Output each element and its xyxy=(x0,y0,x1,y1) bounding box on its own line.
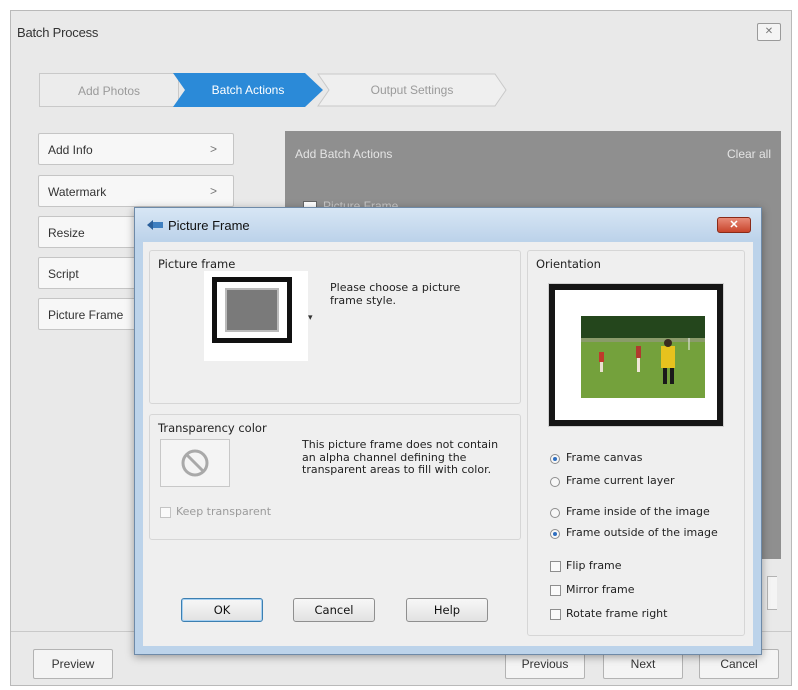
close-icon[interactable]: ✕ xyxy=(757,23,781,41)
flip-frame-label: Flip frame xyxy=(566,559,622,572)
frame-current-layer-label: Frame current layer xyxy=(566,474,675,487)
dialog-title: Picture Frame xyxy=(168,218,250,233)
app-icon xyxy=(147,220,163,230)
frame-outside-label: Frame outside of the image xyxy=(566,526,718,539)
no-symbol-icon xyxy=(181,449,209,477)
action-label: Picture Frame xyxy=(48,308,124,322)
rotate-frame-right-checkbox[interactable] xyxy=(550,609,561,620)
group-title: Picture frame xyxy=(158,257,236,271)
ok-button[interactable]: OK xyxy=(181,598,263,622)
transparency-color-group: Transparency color This picture frame do… xyxy=(149,414,521,540)
group-title: Transparency color xyxy=(158,421,267,435)
group-title: Orientation xyxy=(536,257,601,271)
batch-process-titlebar: Batch Process ✕ xyxy=(11,11,791,53)
soccer-photo-image xyxy=(581,316,705,398)
step-output-settings[interactable]: Output Settings xyxy=(317,73,507,107)
panel-side-button[interactable] xyxy=(767,576,777,610)
keep-transparent-checkbox[interactable] xyxy=(160,507,171,518)
frame-inside-label: Frame inside of the image xyxy=(566,505,710,518)
frame-thumbnail-fill xyxy=(225,288,279,332)
action-label: Script xyxy=(48,267,79,281)
picture-frame-dialog: Picture Frame ✕ Picture frame ▾ Please c… xyxy=(134,207,762,655)
dialog-titlebar: Picture Frame ✕ xyxy=(135,208,761,240)
picture-frame-group: Picture frame ▾ Please choose a picture … xyxy=(149,250,521,404)
keep-transparent-label: Keep transparent xyxy=(176,505,272,518)
clear-all-link[interactable]: Clear all xyxy=(727,147,771,161)
frame-current-layer-radio[interactable] xyxy=(550,477,560,487)
window-title: Batch Process xyxy=(17,25,99,40)
dialog-body: Picture frame ▾ Please choose a picture … xyxy=(143,242,753,646)
action-label: Add Info xyxy=(48,143,93,157)
mirror-frame-checkbox[interactable] xyxy=(550,585,561,596)
chevron-right-icon: > xyxy=(209,184,217,198)
frame-thumbnail xyxy=(212,277,292,343)
frame-inside-radio[interactable] xyxy=(550,508,560,518)
cancel-button[interactable]: Cancel xyxy=(293,598,375,622)
step-add-photos[interactable]: Add Photos xyxy=(39,73,179,107)
close-icon[interactable]: ✕ xyxy=(717,217,751,233)
help-button[interactable]: Help xyxy=(406,598,488,622)
frame-outside-radio[interactable] xyxy=(550,529,560,539)
frame-canvas-label: Frame canvas xyxy=(566,451,643,464)
transparency-description: This picture frame does not contain an a… xyxy=(302,438,499,476)
frame-style-picker[interactable] xyxy=(204,271,308,361)
preview-photo xyxy=(581,316,705,398)
chevron-right-icon: > xyxy=(209,142,217,156)
rotate-frame-right-label: Rotate frame right xyxy=(566,607,668,620)
orientation-preview xyxy=(548,283,724,427)
step-batch-actions[interactable]: Batch Actions xyxy=(173,73,323,107)
transparency-color-swatch xyxy=(160,439,230,487)
frame-canvas-radio[interactable] xyxy=(550,454,560,464)
action-add-info[interactable]: Add Info > xyxy=(38,133,234,165)
panel-title: Add Batch Actions xyxy=(295,147,393,161)
flip-frame-checkbox[interactable] xyxy=(550,561,561,572)
orientation-group: Orientation Frame canvas Frame current l… xyxy=(527,250,745,636)
preview-button[interactable]: Preview xyxy=(33,649,113,679)
frame-style-hint: Please choose a picture frame style. xyxy=(330,281,461,307)
action-label: Resize xyxy=(48,226,85,240)
action-label: Watermark xyxy=(48,185,107,199)
action-watermark[interactable]: Watermark > xyxy=(38,175,234,207)
chevron-down-icon[interactable]: ▾ xyxy=(308,312,313,323)
mirror-frame-label: Mirror frame xyxy=(566,583,635,596)
